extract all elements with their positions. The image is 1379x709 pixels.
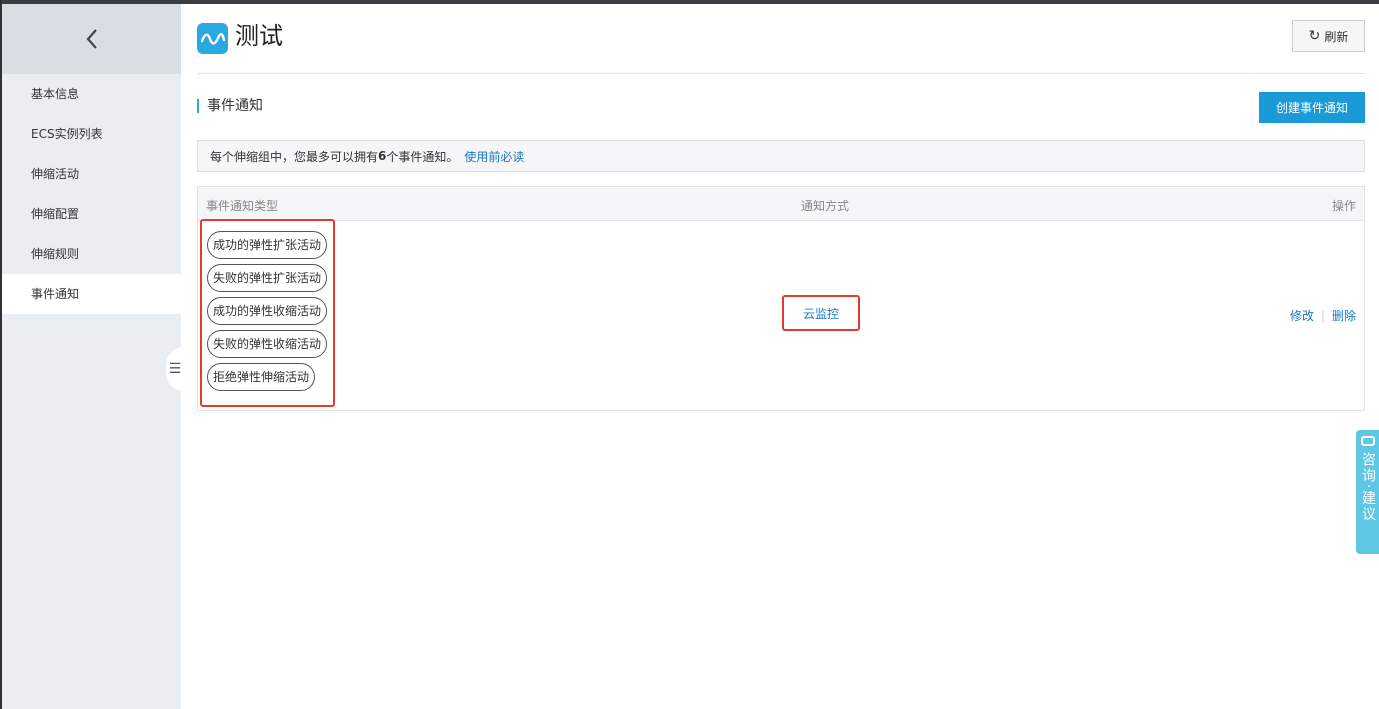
row-actions: 修改 | 删除: [1290, 307, 1356, 324]
page-header: 测试 ↻ 刷新: [197, 4, 1365, 74]
type-tag: 失败的弹性收缩活动: [207, 330, 328, 358]
type-tag: 成功的弹性扩张活动: [207, 231, 328, 259]
sidebar-item-ecs-instances[interactable]: ECS实例列表: [2, 114, 181, 154]
sidebar-item-event-notify[interactable]: 事件通知: [2, 274, 181, 314]
sidebar-nav: 基本信息 ECS实例列表 伸缩活动 伸缩配置 伸缩规则 事件通知: [2, 74, 181, 314]
delete-link[interactable]: 删除: [1332, 307, 1356, 324]
column-header-type: 事件通知类型: [206, 199, 279, 213]
method-highlight-box: 云监控: [782, 295, 860, 331]
sidebar-item-scaling-rules[interactable]: 伸缩规则: [2, 234, 181, 274]
sidebar-item-scaling-activities[interactable]: 伸缩活动: [2, 154, 181, 194]
section-title: 事件通知: [197, 99, 263, 113]
create-event-notify-button[interactable]: 创建事件通知: [1259, 92, 1365, 123]
notice-text-before: 每个伸缩组中，您最多可以拥有: [210, 149, 379, 164]
refresh-label: 刷新: [1324, 29, 1349, 44]
sidebar: 基本信息 ECS实例列表 伸缩活动 伸缩配置 伸缩规则 事件通知: [2, 4, 181, 709]
chevron-left-icon: [86, 29, 97, 49]
column-header-actions: 操作: [1331, 199, 1356, 213]
notice-text-after: 个事件通知。: [386, 149, 459, 164]
consult-feedback-label: 咨询·建议: [1360, 452, 1376, 523]
main-content: 测试 ↻ 刷新 事件通知 创建事件通知 每个伸缩组中，您最多可以拥有 6 个事件…: [197, 4, 1365, 411]
type-tag: 失败的弹性扩张活动: [207, 264, 328, 292]
menu-collapse-icon: ☰: [168, 361, 182, 377]
action-separator: |: [1320, 308, 1325, 323]
table-header: 事件通知类型 通知方式 操作: [198, 187, 1364, 221]
type-tag: 拒绝弹性伸缩活动: [207, 363, 316, 391]
edit-link[interactable]: 修改: [1290, 307, 1314, 324]
notice-read-first-link[interactable]: 使用前必读: [464, 148, 524, 165]
refresh-icon: ↻: [1308, 28, 1321, 44]
column-header-method: 通知方式: [801, 199, 850, 213]
notice-count: 6: [378, 149, 387, 163]
type-tag-list: 成功的弹性扩张活动 失败的弹性扩张活动 成功的弹性收缩活动 失败的弹性收缩活动 …: [207, 231, 333, 396]
sidebar-item-basic-info[interactable]: 基本信息: [2, 74, 181, 114]
type-highlight-box: 成功的弹性扩张活动 失败的弹性扩张活动 成功的弹性收缩活动 失败的弹性收缩活动 …: [200, 219, 335, 407]
sidebar-item-scaling-config[interactable]: 伸缩配置: [2, 194, 181, 234]
table-row: 成功的弹性扩张活动 失败的弹性扩张活动 成功的弹性收缩活动 失败的弹性收缩活动 …: [198, 219, 1364, 411]
event-notify-table: 事件通知类型 通知方式 操作 成功的弹性扩张活动 失败的弹性扩张活动 成功的弹性…: [197, 186, 1365, 411]
section-header: 事件通知 创建事件通知: [197, 74, 1365, 140]
refresh-button[interactable]: ↻ 刷新: [1292, 20, 1365, 52]
type-tag: 成功的弹性收缩活动: [207, 297, 328, 325]
chat-icon: [1360, 436, 1375, 446]
method-cloud-monitor-link[interactable]: 云监控: [803, 305, 839, 322]
back-button[interactable]: [2, 4, 181, 74]
page-title: 测试: [235, 22, 283, 50]
consult-feedback-button[interactable]: 咨询·建议: [1356, 430, 1379, 554]
notice-bar: 每个伸缩组中，您最多可以拥有 6 个事件通知。 使用前必读: [197, 140, 1365, 172]
app-logo-icon: [197, 23, 228, 54]
